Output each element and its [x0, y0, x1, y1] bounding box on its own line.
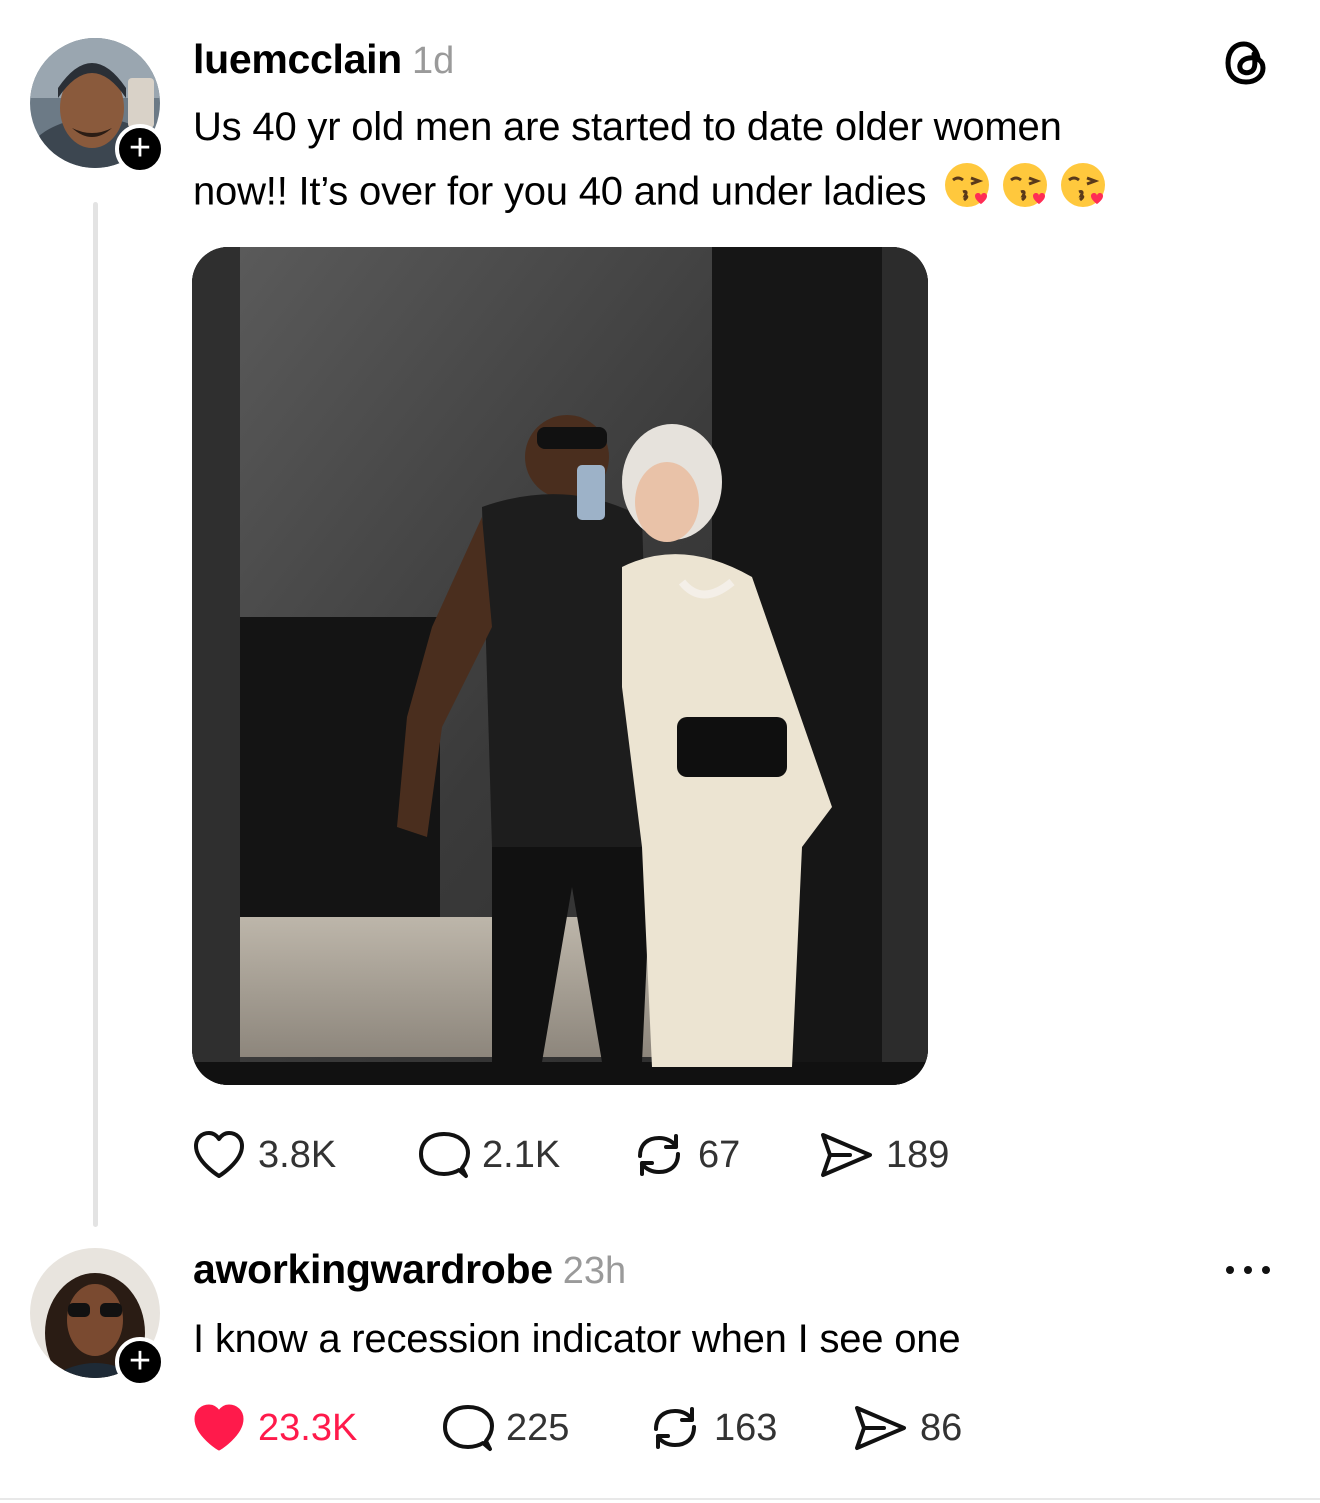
timestamp: 1d [411, 40, 455, 82]
more-dots-icon[interactable] [1222, 1262, 1274, 1278]
follow-plus-icon[interactable]: + [115, 124, 165, 174]
username[interactable]: aworkingwardrobe [193, 1246, 553, 1293]
post-text-line-1: Us 40 yr old men are started to date old… [193, 105, 1062, 149]
share-send-icon [855, 1406, 906, 1450]
reply-count: 2.1K [482, 1133, 561, 1176]
face-blowing-kiss-emoji [1057, 158, 1111, 230]
post-photo[interactable] [192, 247, 928, 1085]
timestamp: 23h [562, 1250, 627, 1292]
like-button[interactable]: 23.3K [192, 1403, 357, 1453]
reply-bubble-icon [443, 1405, 494, 1451]
post-text-line-2: now!! It’s over for you 40 and under lad… [193, 158, 1293, 230]
repost-icon [638, 1134, 680, 1176]
reply-header: aworkingwardrobe 23h [193, 1246, 626, 1296]
heart-icon [194, 1404, 244, 1451]
like-button[interactable]: 3.8K [192, 1130, 336, 1180]
reply-button[interactable]: 225 [442, 1403, 569, 1453]
threads-logo-icon[interactable] [1222, 38, 1272, 88]
reply-count: 225 [506, 1406, 570, 1449]
reply-button[interactable]: 2.1K [418, 1130, 560, 1180]
reply-text: I know a recession indicator when I see … [193, 1317, 961, 1361]
thread-line [93, 202, 98, 1227]
repost-button[interactable]: 163 [648, 1403, 777, 1453]
heart-icon [194, 1131, 244, 1178]
username[interactable]: luemcclain [193, 36, 402, 83]
face-blowing-kiss-emoji [999, 158, 1053, 230]
repost-count: 163 [714, 1406, 778, 1449]
reply-bubble-icon [419, 1132, 470, 1178]
share-send-icon [821, 1133, 872, 1177]
like-count: 23.3K [258, 1406, 358, 1449]
divider [0, 1498, 1320, 1500]
share-count: 189 [886, 1133, 950, 1176]
repost-count: 67 [698, 1133, 741, 1176]
repost-icon [654, 1407, 696, 1449]
share-button[interactable]: 189 [818, 1130, 949, 1180]
share-button[interactable]: 86 [852, 1403, 962, 1453]
follow-plus-icon[interactable]: + [115, 1337, 165, 1387]
post-text: Us 40 yr old men are started to date old… [193, 96, 1293, 230]
post-header: luemcclain 1d [193, 36, 454, 86]
repost-button[interactable]: 67 [632, 1130, 740, 1180]
share-count: 86 [920, 1406, 963, 1449]
face-blowing-kiss-emoji [941, 158, 995, 230]
like-count: 3.8K [258, 1133, 337, 1176]
